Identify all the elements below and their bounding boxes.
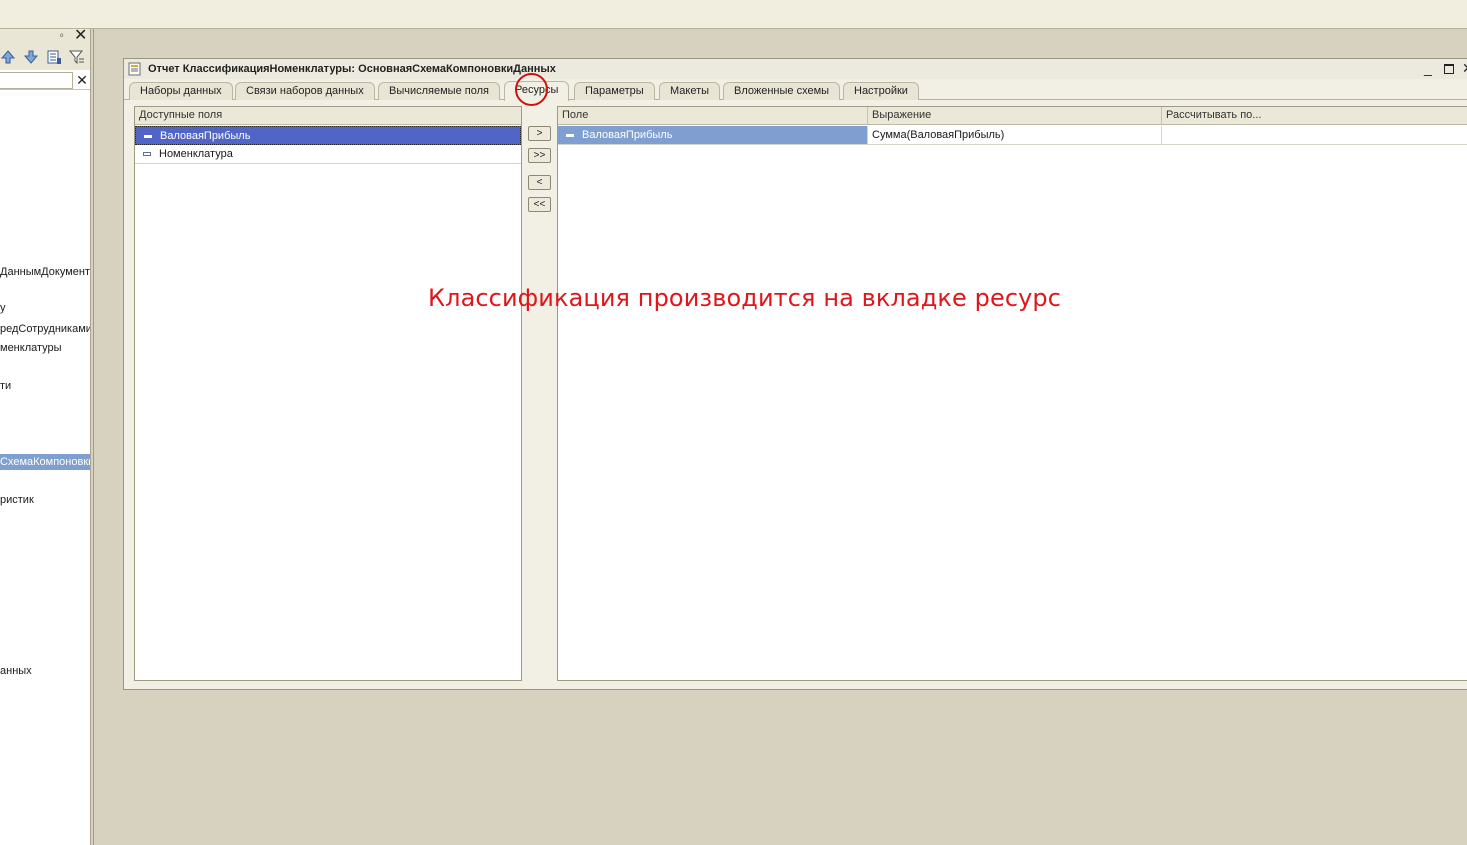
panel-header: ᵒ ✕ xyxy=(0,27,90,46)
tab-parameters[interactable]: Параметры xyxy=(574,82,655,100)
column-header-expression[interactable]: Выражение xyxy=(868,107,1162,125)
column-header-field[interactable]: Поле xyxy=(558,107,868,125)
pin-icon[interactable]: ᵒ xyxy=(60,31,63,41)
window-title: Отчет КлассификацияНоменклатуры: Основна… xyxy=(148,63,556,75)
tree-item[interactable]: ристик xyxy=(0,492,90,508)
add-button[interactable]: > xyxy=(528,126,551,141)
table-cell-calc-by[interactable] xyxy=(1162,126,1467,145)
tree-item[interactable]: ти xyxy=(0,378,90,394)
remove-all-button[interactable]: << xyxy=(528,197,551,212)
tree-item-selected[interactable]: СхемаКомпоновки xyxy=(0,454,90,470)
table-cell-field[interactable]: ВаловаяПрибыль xyxy=(558,126,868,145)
top-bar xyxy=(0,0,1467,29)
remove-button[interactable]: < xyxy=(528,175,551,190)
clear-search-icon[interactable]: ✕ xyxy=(74,72,90,89)
tree-item[interactable]: ДаннымДокумента xyxy=(0,264,90,280)
close-window-icon[interactable]: ✕ xyxy=(1462,60,1467,77)
tree-search: ✕ xyxy=(0,71,90,90)
tree-item[interactable]: редСотрудниками xyxy=(0,321,90,337)
list-item[interactable]: ВаловаяПрибыль xyxy=(135,126,521,145)
search-input[interactable] xyxy=(0,72,73,89)
available-fields-header: Доступные поля xyxy=(135,107,521,125)
report-icon xyxy=(128,62,141,76)
close-icon[interactable]: ✕ xyxy=(74,27,87,45)
maximize-icon[interactable] xyxy=(1444,64,1454,74)
list-item[interactable]: Номенклатура xyxy=(135,145,521,164)
field-label: ВаловаяПрибыль xyxy=(160,130,251,142)
window-title-bar[interactable]: Отчет КлассификацияНоменклатуры: Основна… xyxy=(124,59,1467,79)
tab-templates[interactable]: Макеты xyxy=(659,82,721,100)
annotation-text: Классификация производится на вкладке ре… xyxy=(428,284,1062,312)
cell-field-text: ВаловаяПрибыль xyxy=(582,129,673,141)
tree-item[interactable]: анных xyxy=(0,663,90,679)
field-label: Номенклатура xyxy=(159,148,233,160)
list-properties-icon[interactable] xyxy=(46,49,62,65)
panel-toolbar xyxy=(0,46,90,70)
available-fields-list[interactable]: Доступные поля ВаловаяПрибыль Номенклату… xyxy=(134,106,522,681)
move-down-icon[interactable] xyxy=(23,49,39,65)
resources-table[interactable]: Поле Выражение Рассчитывать по... Валова… xyxy=(557,106,1467,681)
resource-field-icon xyxy=(144,135,152,138)
tab-settings[interactable]: Настройки xyxy=(843,82,919,100)
table-cell-expression[interactable]: Сумма(ВаловаяПрибыль) xyxy=(868,126,1162,145)
tree-item[interactable]: менклатуры xyxy=(0,340,90,356)
column-header-calc-by[interactable]: Рассчитывать по... xyxy=(1162,107,1467,125)
field-icon xyxy=(143,152,151,156)
add-all-button[interactable]: >> xyxy=(528,148,551,163)
move-up-icon[interactable] xyxy=(0,49,16,65)
tab-nested-schemas[interactable]: Вложенные схемы xyxy=(723,82,841,100)
tab-data-sets[interactable]: Наборы данных xyxy=(129,82,233,100)
highlight-circle xyxy=(515,73,548,106)
filter-icon[interactable] xyxy=(69,49,85,65)
metadata-tree-panel: ᵒ ✕ ✕ ДаннымДокумента у редСотрудниками … xyxy=(0,27,91,845)
resource-field-icon xyxy=(566,134,574,137)
tab-data-set-links[interactable]: Связи наборов данных xyxy=(235,82,375,100)
tab-calculated-fields[interactable]: Вычисляемые поля xyxy=(378,82,500,100)
minimize-icon[interactable]: _ xyxy=(1424,60,1432,76)
tab-bar: Наборы данных Связи наборов данных Вычис… xyxy=(124,80,1467,101)
tree-item[interactable]: у xyxy=(0,300,90,316)
